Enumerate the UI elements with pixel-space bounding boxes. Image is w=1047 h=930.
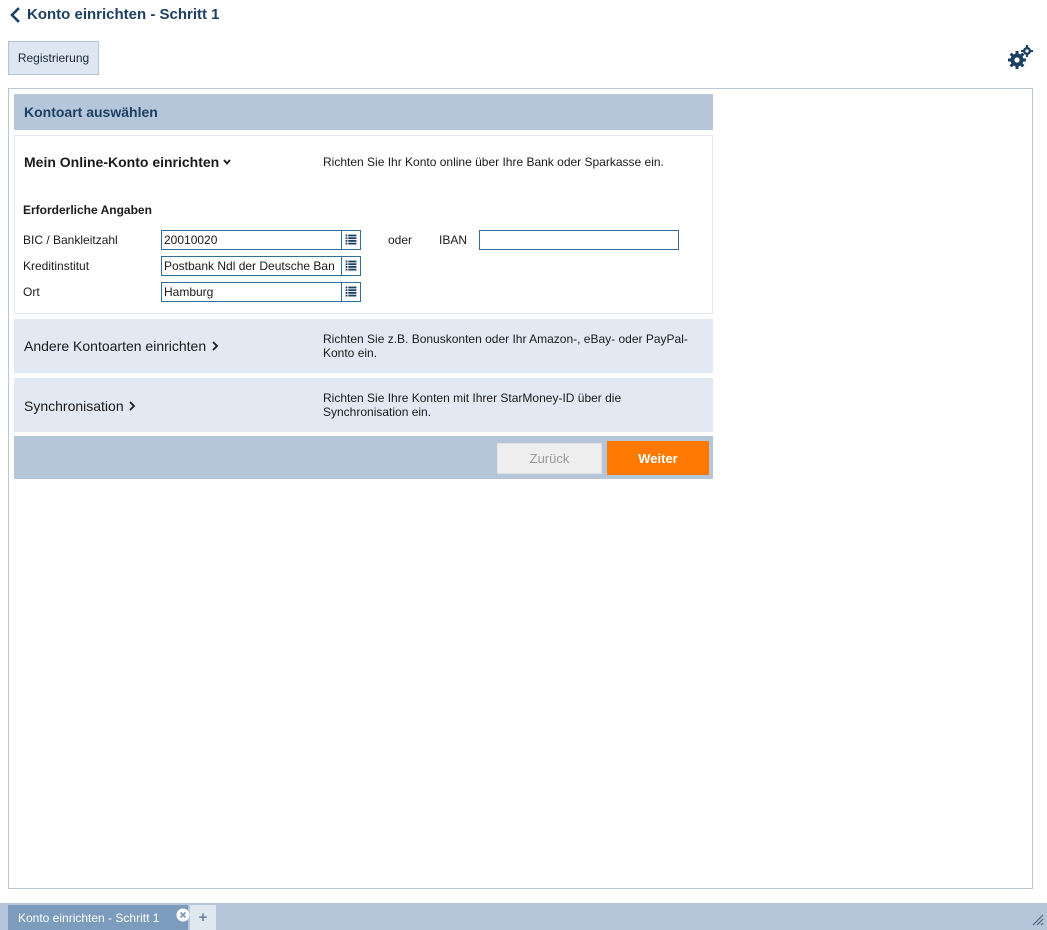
online-account-description: Richten Sie Ihr Konto online über Ihre B… (323, 155, 664, 169)
gears-icon[interactable] (1006, 45, 1034, 71)
title-bar: Konto einrichten - Schritt 1 (0, 0, 1047, 30)
other-accounts-title: Andere Kontoarten einrichten (24, 338, 207, 354)
sync-option[interactable]: Synchronisation Richten Sie Ihre Konten … (14, 378, 713, 432)
other-accounts-option[interactable]: Andere Kontoarten einrichten Richten Sie… (14, 319, 713, 373)
required-fields-title: Erforderliche Angaben (23, 203, 152, 217)
close-circle-icon[interactable] (176, 908, 190, 922)
registration-button[interactable]: Registrierung (8, 41, 99, 75)
online-account-toggle[interactable]: Mein Online-Konto einrichten (24, 154, 219, 170)
chevron-left-icon[interactable] (8, 7, 22, 23)
institute-input[interactable] (161, 256, 342, 276)
sync-description: Richten Sie Ihre Konten mit Ihrer StarMo… (323, 391, 622, 419)
sync-title: Synchronisation (24, 398, 124, 414)
institute-list-icon[interactable] (341, 256, 361, 276)
iban-label: IBAN (439, 233, 468, 247)
back-button[interactable]: Zurück (497, 443, 602, 474)
city-input[interactable] (161, 282, 342, 302)
bic-list-icon[interactable] (341, 230, 361, 250)
or-label: oder (388, 233, 413, 247)
section-header: Kontoart auswählen (14, 94, 713, 130)
chevron-down-icon[interactable] (222, 157, 232, 167)
city-list-icon[interactable] (341, 282, 361, 302)
iban-input[interactable] (479, 230, 679, 250)
bic-input[interactable] (161, 230, 342, 250)
bic-label: BIC / Bankleitzahl (23, 233, 118, 247)
chevron-right-icon (129, 401, 136, 411)
city-label: Ort (23, 285, 40, 299)
chevron-right-icon (212, 341, 219, 351)
tab-label: Konto einrichten - Schritt 1 (18, 911, 160, 925)
tab-konto-einrichten[interactable]: Konto einrichten - Schritt 1 (8, 905, 190, 930)
other-accounts-description: Richten Sie z.B. Bonuskonten oder Ihr Am… (323, 332, 688, 360)
institute-label: Kreditinstitut (23, 259, 90, 273)
next-button[interactable]: Weiter (607, 441, 709, 475)
resize-grip-icon[interactable] (1030, 912, 1044, 926)
page-title: Konto einrichten - Schritt 1 (27, 6, 220, 23)
section-title: Kontoart auswählen (24, 104, 158, 120)
add-tab-button[interactable]: + (190, 905, 216, 930)
